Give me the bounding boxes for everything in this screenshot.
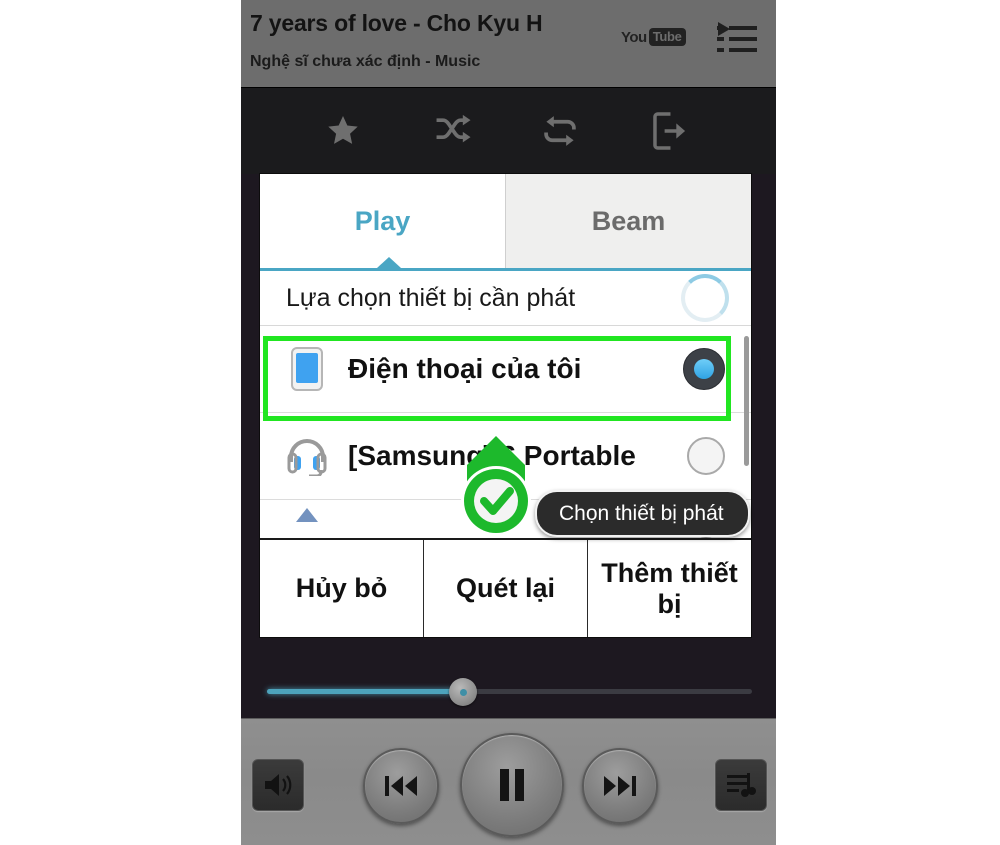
device-label: Điện thoại của tôi [348, 353, 582, 384]
seek-track[interactable] [267, 689, 752, 694]
next-button[interactable] [582, 748, 658, 824]
beam-device-dialog: Play Beam Lựa chọn thiết bị cần phát Điệ… [260, 174, 751, 637]
device-prompt-label: Lựa chọn thiết bị cần phát [286, 283, 576, 312]
device-icon [282, 500, 332, 530]
youtube-logo: You Tube [621, 28, 686, 46]
shuffle-icon[interactable] [424, 104, 480, 158]
seek-progress-fill [267, 689, 461, 694]
youtube-logo-you: You [621, 28, 647, 46]
beam-out-icon[interactable] [641, 104, 697, 158]
tooltip-label: Chọn thiết bị phát [559, 501, 724, 525]
action-tooltip: Chọn thiết bị phát [535, 490, 750, 537]
dialog-button-bar: Hủy bỏ Quét lại Thêm thiết bị [260, 538, 751, 637]
tab-beam[interactable]: Beam [505, 174, 751, 268]
playlist-button[interactable] [715, 759, 767, 811]
scanning-spinner-icon [681, 274, 729, 322]
device-prompt-row: Lựa chọn thiết bị cần phát [260, 271, 751, 326]
active-tab-indicator [377, 257, 401, 268]
device-label: [Samsung] 6 Portable [348, 440, 636, 471]
tab-play[interactable]: Play [260, 174, 505, 268]
repeat-icon[interactable] [532, 104, 588, 158]
track-subtitle: Nghệ sĩ chưa xác định - Music [250, 53, 481, 70]
track-title: 7 years of love - Cho Kyu H [250, 10, 543, 36]
device-row-samsung-portable[interactable]: [Samsung] 6 Portable [260, 413, 751, 500]
options-bar [241, 88, 776, 174]
headset-icon [282, 436, 332, 476]
playlist-play-icon[interactable] [717, 22, 759, 58]
phone-icon [282, 347, 332, 391]
phone-screenshot: 7 years of love - Cho Kyu H Nghệ sĩ chưa… [241, 0, 776, 845]
now-playing-header: 7 years of love - Cho Kyu H Nghệ sĩ chưa… [241, 0, 776, 88]
add-device-button[interactable]: Thêm thiết bị [587, 540, 751, 637]
device-row-my-phone[interactable]: Điện thoại của tôi [260, 326, 751, 413]
seek-bar[interactable] [241, 668, 776, 718]
dialog-tabs: Play Beam [260, 174, 751, 271]
device-radio-unselected[interactable] [687, 437, 725, 475]
star-icon[interactable] [315, 104, 371, 158]
previous-button[interactable] [363, 748, 439, 824]
transport-controls [241, 718, 776, 845]
rescan-button[interactable]: Quét lại [423, 540, 587, 637]
youtube-logo-tube: Tube [648, 28, 686, 46]
volume-button[interactable] [252, 759, 304, 811]
pause-button[interactable] [460, 733, 564, 837]
device-radio-selected[interactable] [683, 348, 725, 390]
cancel-button[interactable]: Hủy bỏ [260, 540, 423, 637]
device-list-scrollbar[interactable] [744, 336, 749, 466]
seek-thumb[interactable] [449, 678, 477, 706]
